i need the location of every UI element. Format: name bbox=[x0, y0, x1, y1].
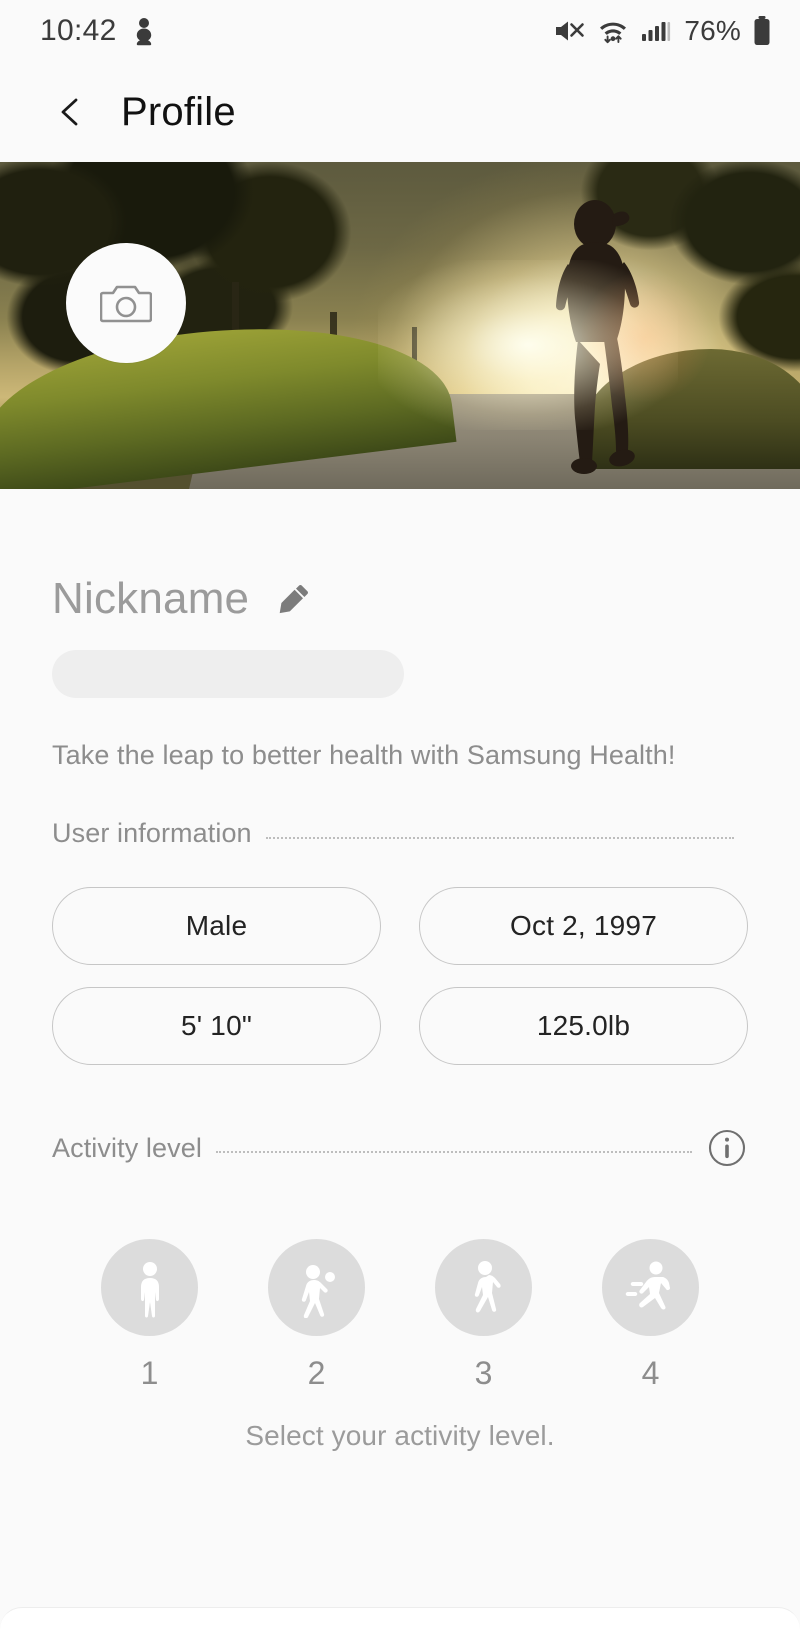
activity-level-1-label: 1 bbox=[140, 1355, 159, 1391]
activity-level-title: Activity level bbox=[52, 1132, 202, 1163]
battery-percent-label: 76% bbox=[684, 15, 741, 46]
profile-content: Nickname Take the leap to better health … bbox=[0, 489, 800, 1645]
user-information-title: User information bbox=[52, 818, 252, 848]
back-button[interactable] bbox=[48, 89, 94, 135]
activity-level-option-4[interactable]: 4 bbox=[567, 1239, 734, 1392]
activity-level-option-2[interactable]: 2 bbox=[233, 1239, 400, 1392]
activity-level-4-circle bbox=[602, 1239, 699, 1336]
gender-field[interactable]: Male bbox=[52, 887, 381, 965]
activity-level-2-circle bbox=[268, 1239, 365, 1336]
activity-level-hint: Select your activity level. bbox=[245, 1420, 555, 1451]
status-bar: 10:42 76% bbox=[0, 0, 800, 62]
section-divider bbox=[265, 836, 734, 839]
cellular-signal-icon bbox=[641, 16, 671, 46]
activity-level-3-label: 3 bbox=[474, 1355, 493, 1391]
activity-level-4-label: 4 bbox=[641, 1355, 660, 1391]
app-bar: Profile bbox=[0, 62, 800, 162]
nickname-placeholder: Nickname bbox=[52, 574, 250, 623]
section-divider bbox=[215, 1151, 692, 1153]
profile-tagline: Take the leap to better health with Sams… bbox=[52, 740, 676, 770]
edit-nickname-button[interactable] bbox=[275, 580, 313, 618]
height-field[interactable]: 5' 10" bbox=[52, 987, 381, 1065]
nickname-row: Nickname bbox=[52, 489, 748, 624]
profile-screen: 10:42 76% Profile Nickname Take the leap… bbox=[0, 0, 800, 1645]
activity-level-header: Activity level bbox=[52, 1127, 748, 1169]
activity-level-info-button[interactable] bbox=[706, 1127, 748, 1169]
camera-icon bbox=[100, 280, 152, 326]
activity-level-option-1[interactable]: 1 bbox=[66, 1239, 233, 1392]
battery-icon bbox=[752, 15, 772, 47]
pencil-icon bbox=[277, 582, 311, 616]
activity-level-option-3[interactable]: 3 bbox=[400, 1239, 567, 1392]
avatar-camera-button[interactable] bbox=[66, 243, 186, 363]
user-information-header: User information bbox=[52, 818, 748, 849]
cover-runner-figure bbox=[556, 200, 640, 474]
walking-person-icon bbox=[459, 1258, 509, 1318]
page-title: Profile bbox=[121, 89, 236, 134]
status-right-icons: 76% bbox=[553, 15, 772, 47]
do-not-disturb-icon bbox=[131, 16, 157, 46]
bottom-sheet-edge bbox=[0, 1607, 800, 1645]
weight-field[interactable]: 125.0lb bbox=[419, 987, 748, 1065]
wifi-icon bbox=[596, 16, 630, 46]
stretching-person-icon bbox=[290, 1258, 344, 1318]
running-person-icon bbox=[623, 1258, 679, 1318]
mute-icon bbox=[553, 16, 585, 46]
back-chevron-icon bbox=[54, 95, 88, 129]
birthdate-field[interactable]: Oct 2, 1997 bbox=[419, 887, 748, 965]
activity-level-1-circle bbox=[101, 1239, 198, 1336]
info-icon bbox=[706, 1127, 748, 1169]
user-information-fields: Male Oct 2, 1997 5' 10" 125.0lb bbox=[52, 887, 748, 1065]
activity-level-options: 1 2 3 4 bbox=[52, 1239, 748, 1392]
nickname-input[interactable] bbox=[52, 650, 404, 698]
activity-level-3-circle bbox=[435, 1239, 532, 1336]
standing-person-icon bbox=[125, 1258, 175, 1318]
status-left-icons bbox=[131, 16, 157, 46]
activity-level-2-label: 2 bbox=[307, 1355, 326, 1391]
status-time: 10:42 bbox=[40, 14, 117, 47]
